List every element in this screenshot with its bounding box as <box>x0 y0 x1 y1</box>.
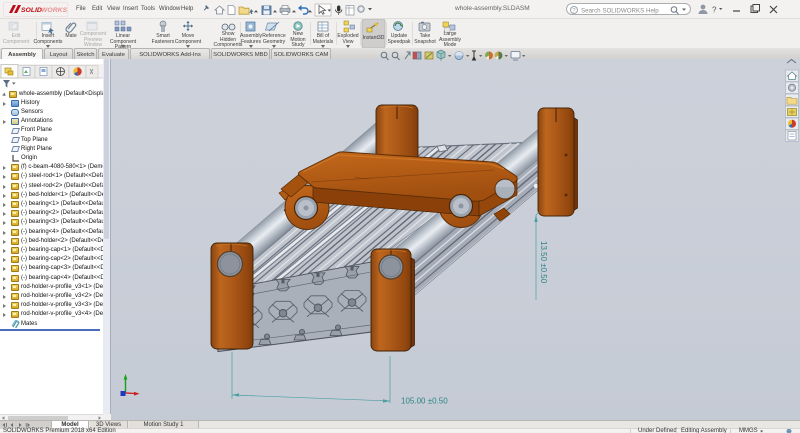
svg-text:?: ? <box>712 6 717 15</box>
svg-text:WORKS: WORKS <box>41 7 68 14</box>
svg-text:SOLID: SOLID <box>21 7 42 14</box>
svg-text:Search SOLIDWORKS Help: Search SOLIDWORKS Help <box>581 7 659 14</box>
svg-text:105.00 ±0.50: 105.00 ±0.50 <box>401 397 448 406</box>
svg-text:13.50 ±0.50: 13.50 ±0.50 <box>539 241 548 284</box>
